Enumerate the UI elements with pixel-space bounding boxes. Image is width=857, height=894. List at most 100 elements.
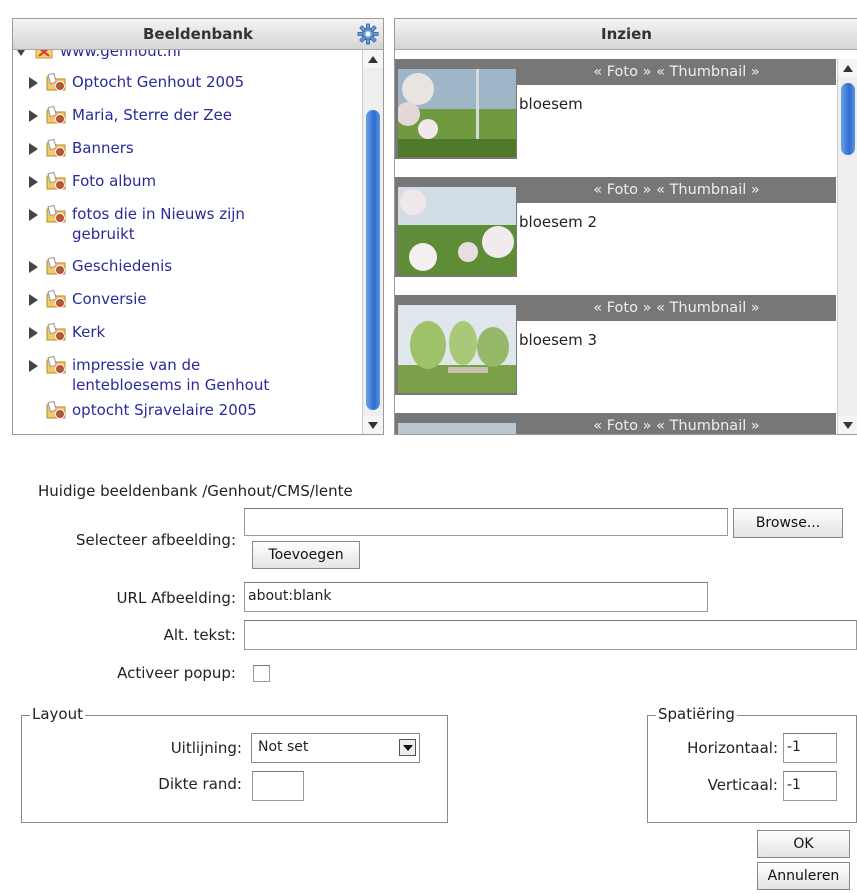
scroll-thumb[interactable]	[366, 110, 380, 410]
image-row[interactable]: « Foto » « Thumbnail » bloesem	[395, 59, 836, 177]
folder-icon	[46, 322, 66, 341]
folder-icon	[46, 171, 66, 190]
url-label: URL Afbeelding:	[116, 589, 236, 607]
chevron-right-icon[interactable]	[29, 360, 38, 372]
preview-panel-title: Inzien	[601, 25, 652, 43]
folder-icon	[46, 204, 66, 223]
tree-item[interactable]: Maria, Sterre der Zee	[29, 105, 232, 135]
scroll-up-arrow-icon[interactable]	[838, 59, 857, 77]
layout-fieldset	[21, 715, 448, 823]
tree-item[interactable]: Foto album	[29, 171, 156, 201]
image-caption: bloesem 2	[519, 213, 598, 231]
chevron-right-icon[interactable]	[29, 110, 38, 122]
image-bar[interactable]: « Foto » « Thumbnail »	[517, 295, 836, 321]
chevron-right-icon[interactable]	[29, 209, 38, 221]
align-select[interactable]: Not set	[251, 733, 420, 763]
image-row[interactable]: « Foto » « Thumbnail »	[395, 413, 836, 434]
scroll-down-arrow-icon[interactable]	[838, 416, 857, 434]
preview-panel: Inzien « Foto » « Thumbnail » bloesem « …	[394, 18, 857, 435]
tree-item[interactable]: Optocht Genhout 2005	[29, 72, 244, 102]
align-select-value: Not set	[258, 739, 309, 755]
tree-root-label: www.genhout.nl	[60, 50, 181, 60]
image-thumbnail[interactable]	[395, 59, 517, 159]
scroll-up-arrow-icon[interactable]	[363, 50, 383, 68]
border-input[interactable]	[252, 771, 304, 801]
scroll-down-arrow-icon[interactable]	[363, 416, 383, 434]
tree-item[interactable]: impressie van de lentebloesems in Genhou…	[29, 355, 312, 395]
tree-item-label: Optocht Genhout 2005	[72, 73, 245, 91]
vertical-spacing-label: Verticaal:	[707, 776, 778, 794]
image-bar[interactable]: « Foto » « Thumbnail »	[517, 59, 836, 85]
library-panel-header: Beeldenbank	[13, 19, 383, 50]
folder-tree: www.genhout.nl Optocht Genhout 2005 Mari…	[13, 50, 361, 434]
vertical-spacing-input[interactable]: -1	[783, 771, 837, 801]
folder-icon	[46, 355, 66, 374]
image-caption: bloesem 3	[519, 331, 598, 349]
image-row[interactable]: « Foto » « Thumbnail » bloesem 3	[395, 295, 836, 413]
image-bar[interactable]: « Foto » « Thumbnail »	[517, 177, 836, 203]
tree-item[interactable]: optocht Sjravelaire 2005	[29, 400, 257, 430]
tree-item[interactable]: Geschiedenis	[29, 256, 172, 286]
willow-photo	[398, 305, 516, 393]
blossom-photo	[398, 187, 516, 275]
chevron-down-icon[interactable]	[399, 739, 416, 756]
chevron-right-icon[interactable]	[29, 176, 38, 188]
spacing-fieldset	[647, 715, 857, 823]
alt-text-label: Alt. tekst:	[163, 626, 236, 644]
blossom-photo	[398, 69, 516, 157]
layout-legend: Layout	[30, 705, 85, 723]
align-label: Uitlijning:	[170, 739, 242, 757]
cancel-button[interactable]: Annuleren	[757, 862, 850, 890]
image-thumbnail[interactable]	[395, 177, 517, 277]
image-thumbnail[interactable]	[395, 413, 517, 434]
folder-icon	[46, 289, 66, 308]
spacing-legend: Spatiëring	[656, 705, 737, 723]
library-panel: Beeldenbank www.genhout.nl Optocht Genho…	[12, 18, 384, 435]
border-label: Dikte rand:	[158, 775, 242, 793]
tree-item-label: optocht Sjravelaire 2005	[72, 401, 257, 419]
image-bar[interactable]: « Foto » « Thumbnail »	[517, 413, 836, 434]
tree-item-label: Kerk	[72, 323, 106, 341]
chevron-right-icon[interactable]	[29, 327, 38, 339]
chevron-right-icon[interactable]	[29, 143, 38, 155]
tree-item[interactable]: Banners	[29, 138, 134, 168]
image-row[interactable]: « Foto » « Thumbnail » bloesem 2	[395, 177, 836, 295]
folder-icon	[46, 256, 66, 275]
tree-item-label: Banners	[72, 139, 134, 157]
chevron-down-icon[interactable]	[15, 50, 27, 56]
image-thumbnail[interactable]	[395, 295, 517, 395]
preview-panel-header: Inzien	[395, 19, 857, 50]
chevron-right-icon[interactable]	[29, 261, 38, 273]
folder-icon	[46, 72, 66, 91]
tree-item-label: fotos die in Nieuws zijn gebruikt	[72, 205, 245, 243]
tree-item-label: Geschiedenis	[72, 257, 173, 275]
tree-root[interactable]: www.genhout.nl	[15, 50, 181, 71]
add-button[interactable]: Toevoegen	[252, 541, 360, 569]
preview-scrollbar[interactable]	[837, 59, 857, 434]
tree-item-label: Maria, Sterre der Zee	[72, 106, 232, 124]
select-image-label: Selecteer afbeelding:	[75, 531, 236, 549]
gear-icon[interactable]	[357, 23, 379, 45]
scroll-thumb[interactable]	[841, 83, 855, 155]
popup-label: Activeer popup:	[117, 664, 236, 682]
tree-scrollbar[interactable]	[362, 50, 383, 434]
alt-text-input[interactable]	[244, 620, 857, 650]
tree-item[interactable]: fotos die in Nieuws zijn gebruikt	[29, 204, 302, 244]
tree-item[interactable]: Conversie	[29, 289, 147, 319]
popup-checkbox[interactable]	[253, 665, 270, 682]
current-library-text: Huidige beeldenbank /Genhout/CMS/lente	[38, 482, 353, 500]
file-path-input[interactable]	[244, 508, 728, 536]
horizontal-spacing-input[interactable]: -1	[783, 733, 837, 763]
library-panel-title: Beeldenbank	[142, 25, 254, 43]
horizontal-spacing-label: Horizontaal:	[687, 739, 778, 757]
url-input[interactable]: about:blank	[244, 582, 708, 612]
ok-button[interactable]: OK	[757, 830, 850, 858]
tree-item-label: Foto album	[72, 172, 157, 190]
image-list: « Foto » « Thumbnail » bloesem « Foto » …	[395, 59, 857, 434]
chevron-right-icon[interactable]	[29, 77, 38, 89]
blossom-photo	[398, 423, 516, 434]
browse-button[interactable]: Browse...	[733, 508, 843, 538]
folder-icon	[46, 138, 66, 157]
tree-item[interactable]: Kerk	[29, 322, 105, 352]
chevron-right-icon[interactable]	[29, 294, 38, 306]
